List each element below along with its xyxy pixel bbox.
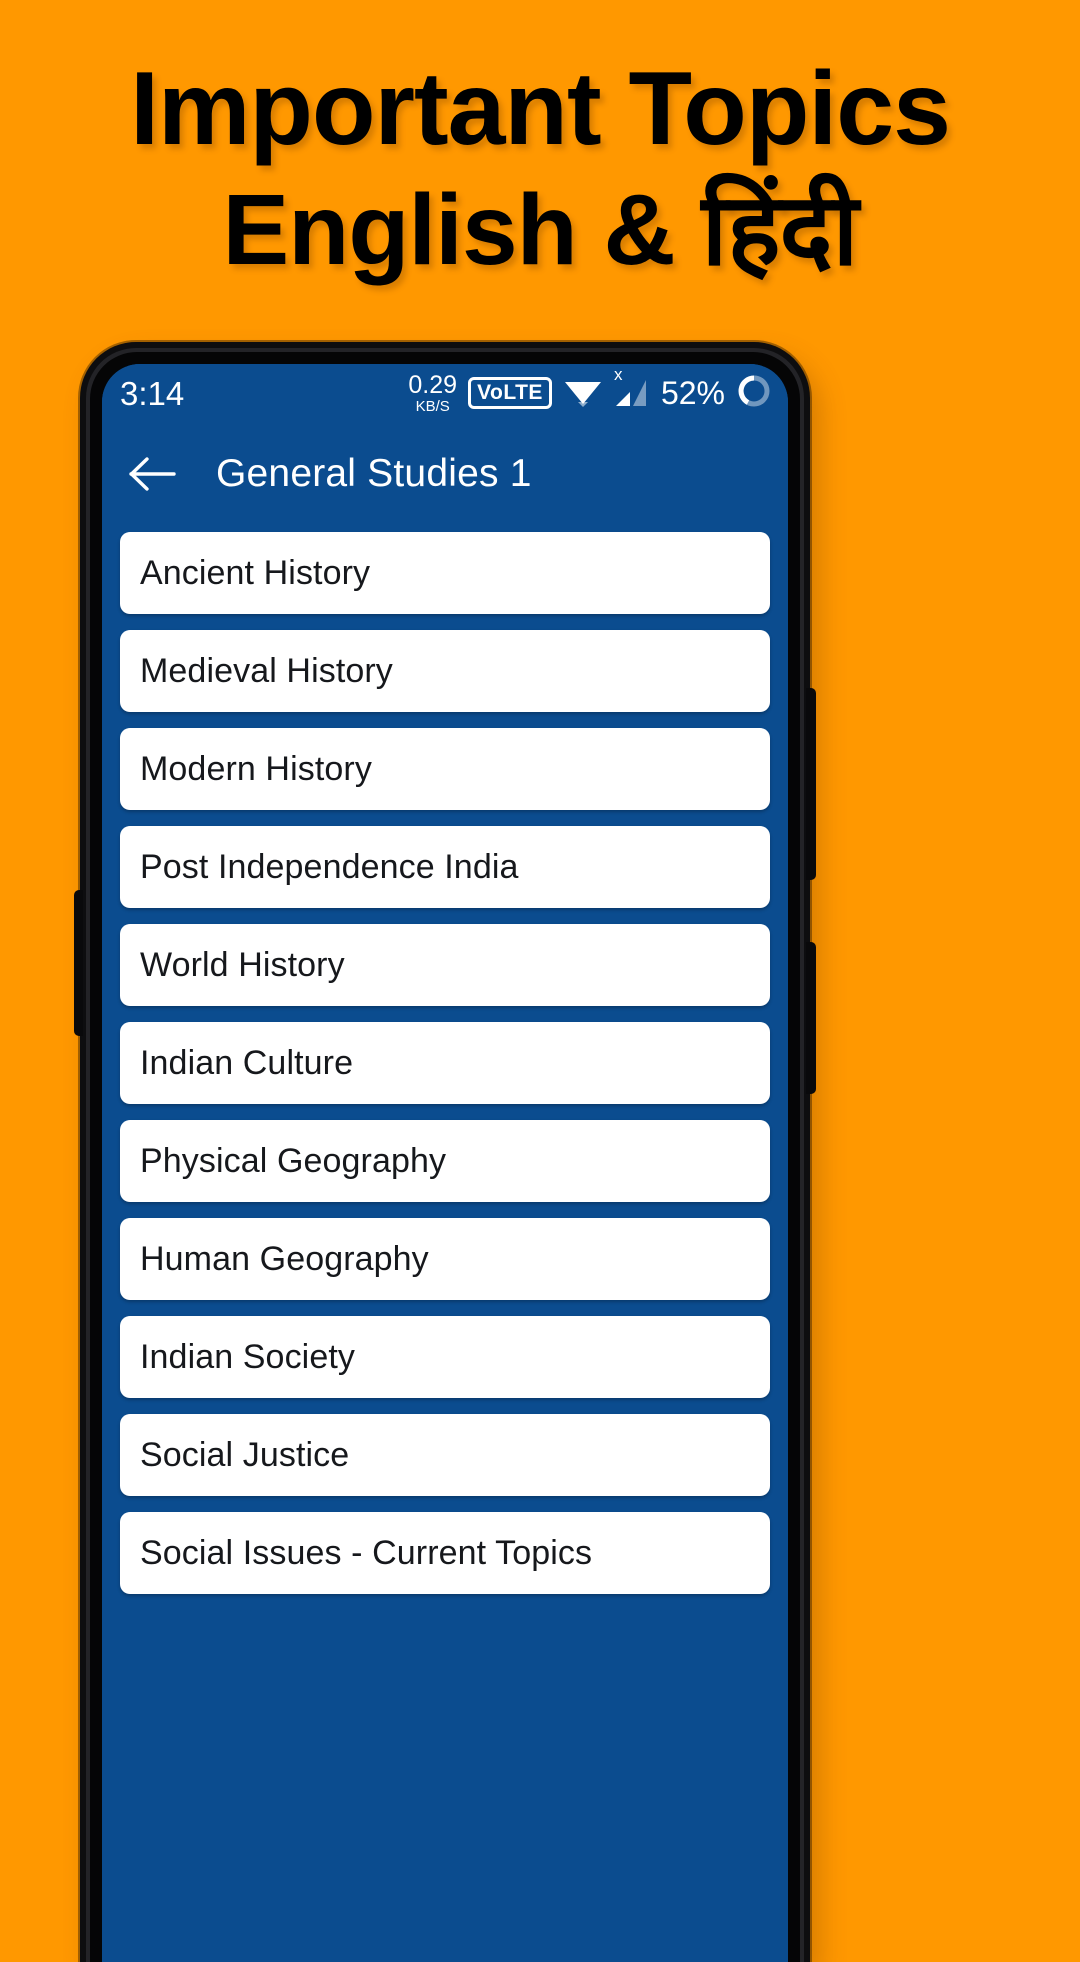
list-item-label: Indian Culture bbox=[140, 1043, 354, 1082]
network-speed-indicator: 0.29 KB/S bbox=[408, 370, 458, 415]
list-item[interactable]: Post Independence India bbox=[120, 826, 770, 908]
network-speed-unit: KB/S bbox=[415, 397, 450, 415]
topic-list[interactable]: Ancient History Medieval History Modern … bbox=[102, 526, 788, 1594]
list-item-label: Indian Society bbox=[140, 1337, 355, 1376]
list-item-label: Post Independence India bbox=[140, 847, 519, 886]
list-item-label: Physical Geography bbox=[140, 1141, 447, 1180]
list-item[interactable]: Ancient History bbox=[120, 532, 770, 614]
phone-screen: 3:14 0.29 KB/S VoLTE x 52% General Studi… bbox=[102, 364, 788, 1962]
page-title: General Studies 1 bbox=[216, 452, 532, 495]
cellular-signal-icon: x bbox=[614, 366, 648, 408]
battery-circle-icon bbox=[736, 373, 772, 414]
signal-no-service-badge: x bbox=[613, 365, 623, 384]
promo-heading: Important Topics English & हिंदी bbox=[0, 48, 1080, 289]
list-item-label: Human Geography bbox=[140, 1239, 429, 1278]
list-item-label: Modern History bbox=[140, 749, 372, 788]
status-clock: 3:14 bbox=[120, 374, 185, 412]
network-speed-value: 0.29 bbox=[408, 370, 458, 399]
phone-left-volume-button[interactable] bbox=[74, 890, 83, 1036]
promo-heading-line-2: English & हिंदी bbox=[222, 173, 859, 286]
wifi-icon bbox=[563, 375, 603, 412]
list-item-label: Ancient History bbox=[140, 553, 371, 592]
list-item-label: Social Issues - Current Topics bbox=[140, 1533, 593, 1572]
status-bar: 3:14 0.29 KB/S VoLTE x 52% bbox=[102, 364, 788, 422]
list-item[interactable]: Social Justice bbox=[120, 1414, 770, 1496]
app-bar: General Studies 1 bbox=[102, 422, 788, 526]
list-item[interactable]: Human Geography bbox=[120, 1218, 770, 1300]
list-item-label: Medieval History bbox=[140, 651, 393, 690]
phone-power-button[interactable] bbox=[806, 688, 816, 880]
list-item-label: Social Justice bbox=[140, 1435, 350, 1474]
status-icons-group: 0.29 KB/S VoLTE x 52% bbox=[408, 366, 772, 415]
volte-badge: VoLTE bbox=[468, 377, 552, 409]
list-item[interactable]: Social Issues - Current Topics bbox=[120, 1512, 770, 1594]
battery-percent-label: 52% bbox=[660, 374, 725, 411]
list-item[interactable]: Medieval History bbox=[120, 630, 770, 712]
list-item[interactable]: World History bbox=[120, 924, 770, 1006]
phone-right-volume-button[interactable] bbox=[806, 942, 816, 1094]
list-item[interactable]: Physical Geography bbox=[120, 1120, 770, 1202]
list-item-label: World History bbox=[140, 945, 345, 984]
phone-frame: 3:14 0.29 KB/S VoLTE x 52% General Studi… bbox=[74, 342, 816, 1962]
list-item[interactable]: Indian Society bbox=[120, 1316, 770, 1398]
promo-heading-line-1: Important Topics bbox=[130, 51, 951, 167]
list-item[interactable]: Modern History bbox=[120, 728, 770, 810]
back-arrow-icon[interactable] bbox=[124, 445, 182, 503]
list-item[interactable]: Indian Culture bbox=[120, 1022, 770, 1104]
